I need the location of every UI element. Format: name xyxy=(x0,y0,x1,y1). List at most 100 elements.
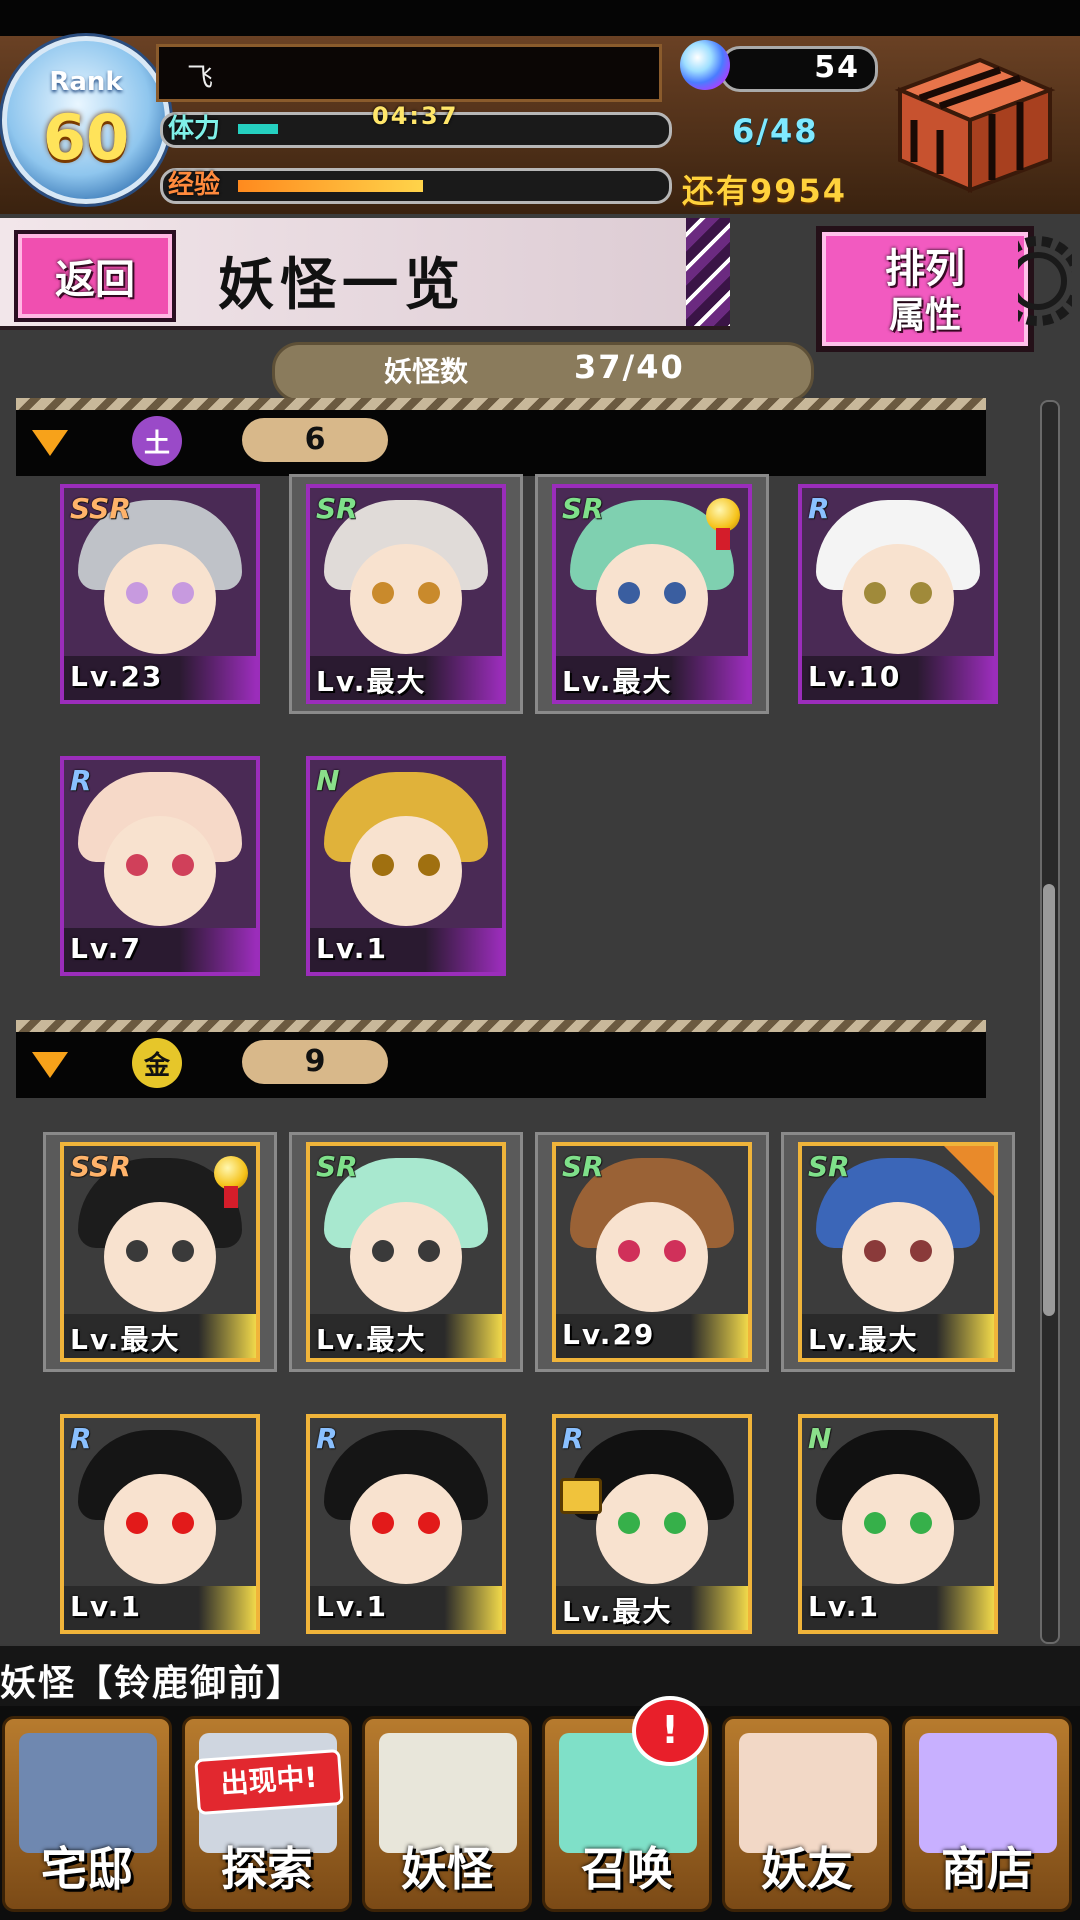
monster-card[interactable]: SR Lv.最大 xyxy=(306,1142,506,1362)
level-bar: Lv.1 xyxy=(64,1586,256,1630)
monster-card[interactable]: SR Lv.最大 xyxy=(798,1142,998,1362)
earth-element-icon: 土 xyxy=(132,416,182,466)
stamina-timer: 04:37 xyxy=(372,102,459,130)
portrait-eye xyxy=(618,1240,640,1262)
orb-count: 54 xyxy=(814,50,860,85)
monster-card[interactable]: R Lv.1 xyxy=(60,1414,260,1634)
level-bar: Lv.1 xyxy=(802,1586,994,1630)
monster-card[interactable]: N Lv.1 xyxy=(798,1414,998,1634)
monster-card[interactable]: N Lv.1 xyxy=(306,756,506,976)
level-bar: Lv.29 xyxy=(556,1314,748,1358)
portrait-eye xyxy=(864,1240,886,1262)
portrait-eye xyxy=(418,854,440,876)
rarity-badge: SR xyxy=(562,492,604,525)
rope-divider xyxy=(16,1020,986,1032)
portrait-eye xyxy=(126,854,148,876)
monster-card[interactable]: SR Lv.29 xyxy=(552,1142,752,1362)
portrait-face xyxy=(350,816,462,926)
collapse-arrow-icon[interactable] xyxy=(32,1052,68,1078)
portrait-face xyxy=(596,544,708,654)
level-bar: Lv.最大 xyxy=(310,1314,502,1358)
player-name: 飞 xyxy=(187,63,214,93)
level-label: Lv.23 xyxy=(70,660,164,693)
banner-stripe xyxy=(686,218,730,326)
lock-icon xyxy=(560,1478,602,1514)
portrait-eye xyxy=(172,1512,194,1534)
back-button[interactable]: 返回 xyxy=(14,230,176,322)
portrait-face xyxy=(350,1202,462,1312)
level-label: Lv.最大 xyxy=(808,1323,919,1356)
level-bar: Lv.1 xyxy=(310,928,502,972)
portrait-face xyxy=(104,1202,216,1312)
level-bar: Lv.最大 xyxy=(310,656,502,700)
sort-mode-label: 属性 xyxy=(888,295,961,336)
scrollbar-thumb[interactable] xyxy=(1043,884,1055,1316)
medal-icon xyxy=(214,1156,248,1208)
nav-button-crystal-orb[interactable]: 商店 xyxy=(902,1716,1072,1912)
rarity-badge: SSR xyxy=(70,492,131,525)
portrait-face xyxy=(104,816,216,926)
gold-element-icon: 金 xyxy=(132,1038,182,1088)
monster-card[interactable]: SSR Lv.23 xyxy=(60,484,260,704)
portrait-eye xyxy=(172,854,194,876)
portrait-eye xyxy=(618,582,640,604)
player-name-box: 飞 xyxy=(156,44,662,102)
nav-button-scroll[interactable]: 妖怪 xyxy=(362,1716,532,1912)
exp-fill xyxy=(238,180,423,192)
monster-card[interactable]: R Lv.1 xyxy=(306,1414,506,1634)
level-label: Lv.最大 xyxy=(562,1595,673,1628)
monster-portrait xyxy=(802,488,994,658)
count-display: 6/48 xyxy=(732,112,819,150)
rarity-badge: SSR xyxy=(70,1150,131,1183)
level-bar: Lv.10 xyxy=(802,656,994,700)
portrait-eye xyxy=(172,1240,194,1262)
monster-card[interactable]: R Lv.10 xyxy=(798,484,998,704)
portrait-eye xyxy=(910,1512,932,1534)
level-bar: Lv.最大 xyxy=(802,1314,994,1358)
level-bar: Lv.1 xyxy=(310,1586,502,1630)
sort-button[interactable]: 排列 属性 xyxy=(816,226,1034,352)
level-label: Lv.7 xyxy=(70,932,142,965)
rank-badge[interactable]: Rank 60 xyxy=(2,36,170,204)
gear-icon xyxy=(1018,236,1072,326)
monster-card[interactable]: SSR Lv.最大 xyxy=(60,1142,260,1362)
rarity-badge: SR xyxy=(808,1150,850,1183)
nav-label: 召唤 xyxy=(581,1842,673,1896)
level-label: Lv.1 xyxy=(808,1590,880,1623)
portrait-eye xyxy=(372,854,394,876)
monster-count-pill xyxy=(272,342,814,402)
portrait-face xyxy=(104,1474,216,1584)
treasure-chest-icon[interactable] xyxy=(880,50,1060,200)
nav-label: 商店 xyxy=(941,1842,1033,1896)
portrait-eye xyxy=(864,582,886,604)
rarity-badge: R xyxy=(808,492,830,525)
rarity-badge: SR xyxy=(316,492,358,525)
portrait-face xyxy=(596,1474,708,1584)
group-header-gold[interactable]: 金 9 xyxy=(16,1020,986,1098)
notification-badge: ! xyxy=(632,1696,708,1766)
level-label: Lv.最大 xyxy=(316,1323,427,1356)
appearing-tag: 出现中! xyxy=(194,1748,344,1816)
monster-portrait xyxy=(310,1418,502,1588)
monster-card[interactable]: SR Lv.最大 xyxy=(306,484,506,704)
group-header-earth[interactable]: 土 6 xyxy=(16,398,986,476)
portrait-eye xyxy=(910,582,932,604)
rarity-badge: R xyxy=(316,1422,338,1455)
collapse-arrow-icon[interactable] xyxy=(32,430,68,456)
ticker-text: 妖怪【铃鹿御前】 xyxy=(0,1663,305,1704)
monster-card[interactable]: SR Lv.最大 xyxy=(552,484,752,704)
level-label: Lv.1 xyxy=(316,1590,388,1623)
rank-label: Rank xyxy=(49,67,123,97)
rarity-badge: N xyxy=(316,764,340,797)
nav-button-house[interactable]: 宅邸 xyxy=(2,1716,172,1912)
portrait-eye xyxy=(372,1240,394,1262)
monster-card[interactable]: R Lv.7 xyxy=(60,756,260,976)
portrait-eye xyxy=(664,1512,686,1534)
nav-button-friend[interactable]: 妖友 xyxy=(722,1716,892,1912)
rarity-badge: SR xyxy=(316,1150,358,1183)
exp-label: 经验 xyxy=(168,170,221,200)
portrait-eye xyxy=(172,582,194,604)
monster-card[interactable]: R Lv.最大 xyxy=(552,1414,752,1634)
portrait-face xyxy=(350,544,462,654)
portrait-eye xyxy=(126,1240,148,1262)
